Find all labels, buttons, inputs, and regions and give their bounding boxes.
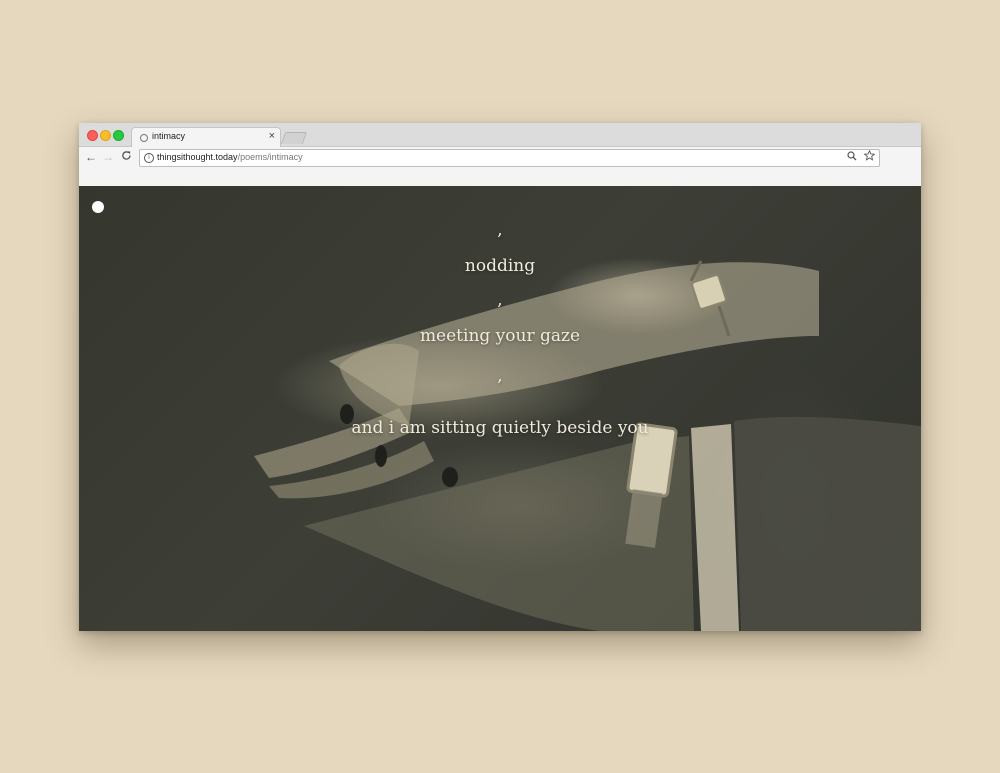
reload-button[interactable] xyxy=(121,150,132,164)
tab-strip: intimacy × xyxy=(79,123,921,148)
browser-window: intimacy × ← → i thingsithought.today/po… xyxy=(79,123,921,631)
poem-line-1: , xyxy=(497,220,503,240)
poem-line-5: , xyxy=(497,366,503,386)
poem-line-6: and i am sitting quietly beside you xyxy=(351,418,649,438)
poem-line-4: meeting your gaze xyxy=(419,326,581,346)
maximize-window-button[interactable] xyxy=(113,130,124,141)
magnifier-glyph xyxy=(847,151,857,161)
star-icon[interactable] xyxy=(863,149,876,164)
minimize-window-button[interactable] xyxy=(100,130,111,141)
forward-button[interactable]: → xyxy=(102,150,114,164)
url-domain: thingsithought.today xyxy=(157,152,238,162)
poem-line-2: nodding xyxy=(464,256,536,276)
tab-intimacy[interactable]: intimacy × xyxy=(131,127,281,148)
browser-toolbar: ← → i thingsithought.today/poems/intimac… xyxy=(79,147,921,169)
address-bar[interactable]: i thingsithought.today/poems/intimacy xyxy=(139,149,880,167)
tab-title: intimacy xyxy=(152,131,186,141)
hands-photo xyxy=(254,260,921,631)
url-path: /poems/intimacy xyxy=(237,152,303,162)
new-tab-button[interactable] xyxy=(280,132,308,144)
info-icon[interactable]: i xyxy=(144,153,154,163)
globe-icon xyxy=(140,134,148,142)
star-glyph xyxy=(863,149,876,161)
tab-close-icon[interactable]: × xyxy=(269,130,275,142)
close-window-button[interactable] xyxy=(87,130,98,141)
menu-dot-button[interactable] xyxy=(92,201,104,213)
url-text: thingsithought.today/poems/intimacy xyxy=(157,152,303,162)
page-content: , nodding , meeting your gaze , and i am… xyxy=(79,186,921,631)
reload-icon xyxy=(122,151,131,160)
back-button[interactable]: ← xyxy=(85,150,97,164)
zoom-icon[interactable] xyxy=(847,151,857,164)
poem-line-3: , xyxy=(497,290,503,310)
